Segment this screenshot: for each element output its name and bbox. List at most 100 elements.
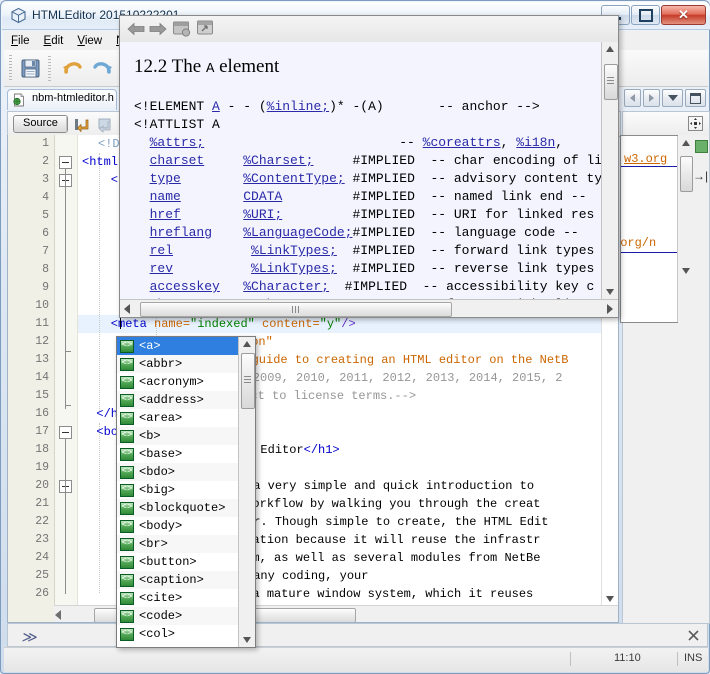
documentation-scroll-thumb[interactable]	[604, 64, 618, 100]
close-button[interactable]: ✕	[661, 5, 706, 25]
code-completion-popup[interactable]: <a><abbr><acronym><address><area><b><bas…	[116, 336, 256, 648]
completion-item[interactable]: <abbr>	[117, 355, 239, 373]
scroll-thumb[interactable]	[680, 156, 693, 192]
code-line: </h	[82, 405, 118, 423]
collapse-arrow-icon[interactable]: →|	[693, 169, 708, 183]
completion-item[interactable]: <area>	[117, 409, 239, 427]
scroll-down-icon[interactable]	[606, 596, 614, 602]
tab-scroll-left-button[interactable]	[624, 89, 641, 107]
dtd-link-accesskey[interactable]: accesskey	[150, 279, 220, 294]
status-divider-2	[677, 652, 678, 666]
scroll-left-icon[interactable]	[124, 304, 130, 314]
dtd-link-coreattrs[interactable]: %coreattrs	[423, 135, 501, 150]
html-tag-icon	[120, 628, 134, 641]
dtd-link-a[interactable]: A	[212, 99, 220, 114]
undo-button[interactable]	[60, 56, 86, 81]
documentation-horizontal-scrollbar[interactable]	[120, 299, 618, 317]
menu-view[interactable]: View	[70, 33, 109, 49]
palette-move-icon[interactable]	[688, 116, 703, 134]
dtd-link-i18n[interactable]: %i18n	[516, 135, 555, 150]
dtd-link-name[interactable]: name	[150, 189, 181, 204]
code-line: <bo	[82, 423, 118, 441]
scroll-up-icon[interactable]	[682, 140, 690, 146]
completion-item[interactable]: <code>	[117, 607, 239, 625]
completion-item[interactable]: <button>	[117, 553, 239, 571]
dtd-link-href[interactable]: href	[150, 207, 181, 222]
dtd-link-character[interactable]: %Character;	[243, 279, 329, 294]
completion-item[interactable]: <a>	[117, 337, 239, 355]
completion-item-label: <acronym>	[139, 373, 204, 391]
scroll-up-icon[interactable]	[243, 341, 251, 347]
dtd-link-charset[interactable]: charset	[150, 153, 205, 168]
dtd-link-contenttype[interactable]: %ContentType;	[243, 171, 344, 186]
document-tab-label: nbm-htmleditor.h	[32, 92, 114, 104]
web-preview-scrollbar[interactable]	[677, 136, 693, 322]
completion-item[interactable]: <br>	[117, 535, 239, 553]
scroll-left-icon[interactable]	[55, 610, 61, 620]
dtd-link-linktypes-rel[interactable]: %LinkTypes;	[251, 243, 337, 258]
documentation-content: 12.2 The A element <!ELEMENT A - - (%inl…	[120, 42, 618, 299]
completion-scroll-thumb[interactable]	[241, 353, 255, 409]
document-tab[interactable]: nbm-htmleditor.h	[7, 89, 117, 110]
dtd-link-linktypes-rev[interactable]: %LinkTypes;	[251, 261, 337, 276]
completion-item[interactable]: <base>	[117, 445, 239, 463]
completion-item[interactable]: <caption>	[117, 571, 239, 589]
source-toolbar-separator	[66, 115, 67, 133]
fold-toggle-body[interactable]	[59, 426, 72, 439]
previous-bookmark-button[interactable]	[73, 116, 91, 133]
dtd-link-cdata[interactable]: CDATA	[243, 189, 282, 204]
completion-item[interactable]: <bdo>	[117, 463, 239, 481]
completion-item-label: <caption>	[139, 571, 204, 589]
scroll-down-icon[interactable]	[243, 637, 251, 643]
dtd-link-attrs[interactable]: %attrs;	[150, 135, 205, 150]
code-folding-column[interactable]	[55, 135, 78, 622]
maximize-editor-button[interactable]	[685, 89, 706, 107]
web-preview-link-bottom[interactable]: .org/n	[620, 236, 656, 250]
menu-file[interactable]: File	[4, 33, 37, 49]
link-underline-bottom	[621, 252, 678, 253]
doc-show-window-button[interactable]	[172, 19, 191, 41]
dtd-link-type[interactable]: type	[150, 171, 181, 186]
menu-edit[interactable]: Edit	[37, 33, 71, 49]
scroll-up-icon[interactable]	[606, 46, 614, 52]
doc-open-external-button[interactable]	[196, 19, 215, 41]
documentation-popup[interactable]: 12.2 The A element <!ELEMENT A - - (%inl…	[119, 15, 619, 318]
dtd-link-languagecode[interactable]: %LanguageCode;	[243, 225, 352, 240]
source-button[interactable]: Source	[13, 115, 68, 133]
completion-item[interactable]: <body>	[117, 517, 239, 535]
dtd-link-charset-type[interactable]: %Charset;	[243, 153, 313, 168]
completion-item[interactable]: <address>	[117, 391, 239, 409]
toolbar-grip[interactable]	[9, 55, 12, 81]
doc-forward-button[interactable]	[148, 20, 168, 41]
html-tag-icon	[120, 412, 134, 425]
documentation-heading: 12.2 The A element	[134, 56, 279, 78]
scroll-right-icon[interactable]	[607, 304, 613, 314]
redo-button[interactable]	[89, 56, 115, 81]
doc-back-button[interactable]	[126, 20, 146, 41]
completion-item[interactable]: <blockquote>	[117, 499, 239, 517]
tab-scroll-right-button[interactable]	[643, 89, 660, 107]
completion-item[interactable]: <cite>	[117, 589, 239, 607]
completion-item[interactable]: <big>	[117, 481, 239, 499]
dtd-link-uri[interactable]: %URI;	[243, 207, 282, 222]
scroll-down-icon[interactable]	[682, 268, 690, 274]
notification-icon[interactable]	[688, 630, 699, 644]
completion-vertical-scrollbar[interactable]	[238, 337, 255, 647]
completion-item[interactable]: <col>	[117, 625, 239, 643]
completion-item[interactable]: <b>	[117, 427, 239, 445]
documentation-vertical-scrollbar[interactable]	[601, 42, 618, 299]
fold-toggle-html[interactable]	[59, 156, 72, 169]
completion-item[interactable]: <acronym>	[117, 373, 239, 391]
tab-list-button[interactable]	[662, 89, 683, 107]
dtd-link-hreflang[interactable]: hreflang	[150, 225, 212, 240]
scroll-down-icon[interactable]	[606, 289, 614, 295]
dtd-link-rev[interactable]: rev	[150, 261, 173, 276]
web-preview-link-top[interactable]: w3.org	[624, 152, 667, 166]
dtd-link-rel[interactable]: rel	[150, 243, 173, 258]
maximize-icon	[639, 9, 653, 22]
dtd-link-inline[interactable]: %inline;	[267, 99, 329, 114]
maximize-button[interactable]	[631, 5, 660, 25]
next-bookmark-button[interactable]	[96, 116, 114, 133]
save-all-button[interactable]	[18, 56, 44, 81]
documentation-hscroll-thumb[interactable]	[140, 302, 452, 317]
